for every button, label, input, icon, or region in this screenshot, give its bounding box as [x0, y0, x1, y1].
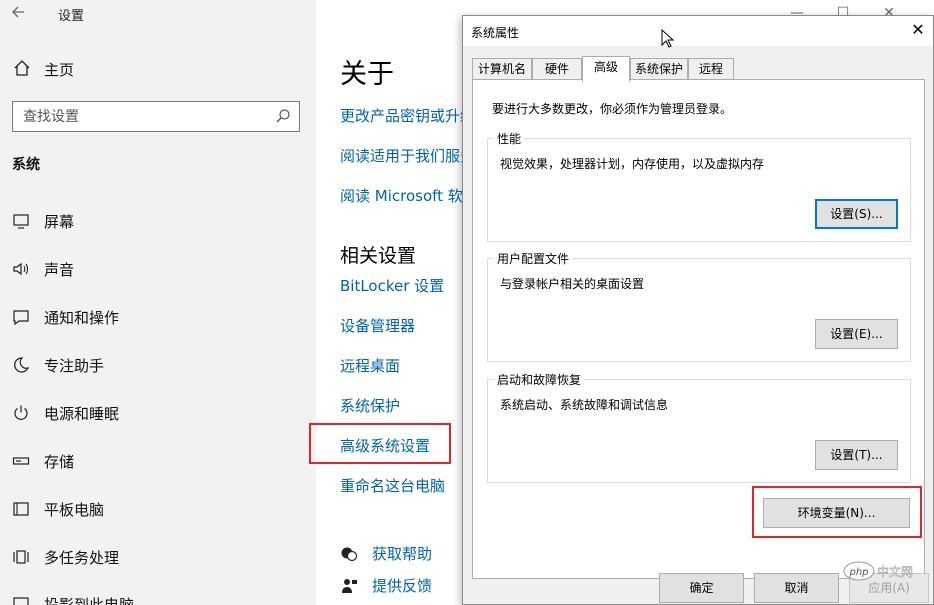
admin-note: 要进行大多数更改，你必须作为管理员登录。: [492, 102, 733, 116]
moon-icon: [12, 356, 30, 374]
give-feedback-label: 提供反馈: [372, 577, 433, 595]
dialog-close-icon[interactable]: ✕: [903, 16, 933, 46]
group-description: 系统启动、系统故障和调试信息: [500, 398, 669, 412]
group-legend: 启动和故障恢复: [494, 371, 585, 388]
get-help-link[interactable]: 获取帮助: [340, 543, 432, 564]
dialog-title: 系统属性: [471, 26, 520, 40]
sidebar-item-label: 投影到此电脑: [44, 595, 135, 605]
give-feedback-link[interactable]: 提供反馈: [340, 575, 432, 596]
nav-home[interactable]: 主页: [12, 58, 74, 80]
sidebar-item-label: 平板电脑: [44, 500, 105, 519]
mouse-cursor-icon: [661, 28, 675, 49]
sidebar-item-power[interactable]: 电源和睡眠: [12, 401, 119, 425]
storage-icon: [12, 452, 30, 470]
dialog-titlebar[interactable]: 系统属性 ✕: [463, 16, 933, 46]
link-read-services-agreement[interactable]: 阅读适用于我们服务: [340, 145, 475, 166]
related-settings-heading: 相关设置: [340, 245, 417, 267]
power-icon: [12, 404, 30, 422]
sidebar-item-label: 存储: [44, 452, 75, 471]
link-system-protection[interactable]: 系统保护: [340, 395, 400, 416]
sidebar-item-notifications[interactable]: 通知和操作: [12, 305, 119, 329]
settings-window-title: 设置: [58, 9, 85, 24]
performance-settings-button[interactable]: 设置(S)...: [815, 199, 898, 229]
search-input[interactable]: [13, 102, 253, 131]
group-performance: 性能 视觉效果，处理器计划，内存使用，以及虚拟内存 设置(S)...: [487, 130, 911, 242]
sidebar-item-storage[interactable]: 存储: [12, 449, 74, 473]
search-icon[interactable]: [275, 108, 291, 124]
link-bitlocker[interactable]: BitLocker 设置: [340, 275, 444, 296]
user-profiles-settings-button[interactable]: 设置(E)...: [815, 319, 898, 349]
group-legend: 性能: [494, 130, 525, 147]
group-legend: 用户配置文件: [494, 250, 573, 267]
sidebar-item-display[interactable]: 屏幕: [12, 209, 74, 233]
display-icon: [12, 212, 30, 230]
link-read-microsoft-license[interactable]: 阅读 Microsoft 软件: [340, 185, 478, 206]
highlight-box-advanced-settings: [309, 423, 451, 464]
sidebar-item-label: 屏幕: [44, 212, 75, 231]
sidebar-item-multitasking[interactable]: 多任务处理: [12, 545, 119, 569]
notification-icon: [12, 308, 30, 326]
link-change-product-key[interactable]: 更改产品密钥或升级: [340, 105, 475, 126]
link-rename-pc[interactable]: 重命名这台电脑: [340, 475, 445, 496]
section-title-system: 系统: [12, 157, 40, 173]
cancel-button[interactable]: 取消: [754, 573, 839, 603]
svg-text:php: php: [848, 567, 868, 578]
group-user-profiles: 用户配置文件 与登录帐户相关的桌面设置 设置(E)...: [487, 250, 911, 362]
tab-remote[interactable]: 远程: [688, 58, 734, 80]
home-icon: [12, 58, 34, 80]
ok-button[interactable]: 确定: [659, 573, 744, 603]
sidebar-item-label: 电源和睡眠: [44, 404, 120, 423]
tablet-icon: [12, 500, 30, 518]
feedback-person-icon: [340, 577, 358, 595]
group-startup-recovery: 启动和故障恢复 系统启动、系统故障和调试信息 设置(T)...: [487, 371, 911, 483]
get-help-label: 获取帮助: [372, 545, 433, 563]
help-chat-icon: [340, 545, 358, 563]
settings-search-box[interactable]: [12, 101, 300, 132]
speaker-icon: [12, 260, 30, 278]
multitask-icon: [12, 548, 30, 566]
tab-hardware[interactable]: 硬件: [532, 58, 582, 80]
sidebar-item-label: 声音: [44, 260, 75, 279]
sidebar-item-tablet[interactable]: 平板电脑: [12, 497, 104, 521]
svg-text:中文网: 中文网: [877, 564, 913, 579]
projection-icon: [12, 595, 30, 605]
watermark-logo: php 中文网: [843, 560, 931, 582]
link-remote-desktop[interactable]: 远程桌面: [340, 355, 400, 376]
sidebar-item-label: 多任务处理: [44, 548, 120, 567]
tab-advanced[interactable]: 高级: [582, 56, 630, 82]
tab-system-protection[interactable]: 系统保护: [630, 58, 688, 80]
settings-sidebar: 设置 主页 系统 屏幕 声音 通知和操作 专注助手 电源和睡眠 存储 平板: [0, 0, 316, 605]
sidebar-item-projection[interactable]: 投影到此电脑: [12, 592, 134, 605]
sidebar-item-label: 通知和操作: [44, 308, 120, 327]
back-arrow-icon[interactable]: [10, 3, 34, 23]
group-description: 视觉效果，处理器计划，内存使用，以及虚拟内存: [500, 157, 765, 171]
link-device-manager[interactable]: 设备管理器: [340, 315, 415, 336]
group-description: 与登录帐户相关的桌面设置: [500, 277, 645, 291]
nav-home-label: 主页: [44, 60, 75, 79]
sidebar-item-sound[interactable]: 声音: [12, 257, 74, 281]
startup-recovery-settings-button[interactable]: 设置(T)...: [815, 440, 898, 470]
sidebar-item-label: 专注助手: [44, 356, 105, 375]
page-title: 关于: [340, 59, 394, 90]
tab-computer-name[interactable]: 计算机名: [472, 58, 532, 80]
highlight-box-environment-variables: [752, 486, 922, 538]
sidebar-item-focus-assist[interactable]: 专注助手: [12, 353, 104, 377]
